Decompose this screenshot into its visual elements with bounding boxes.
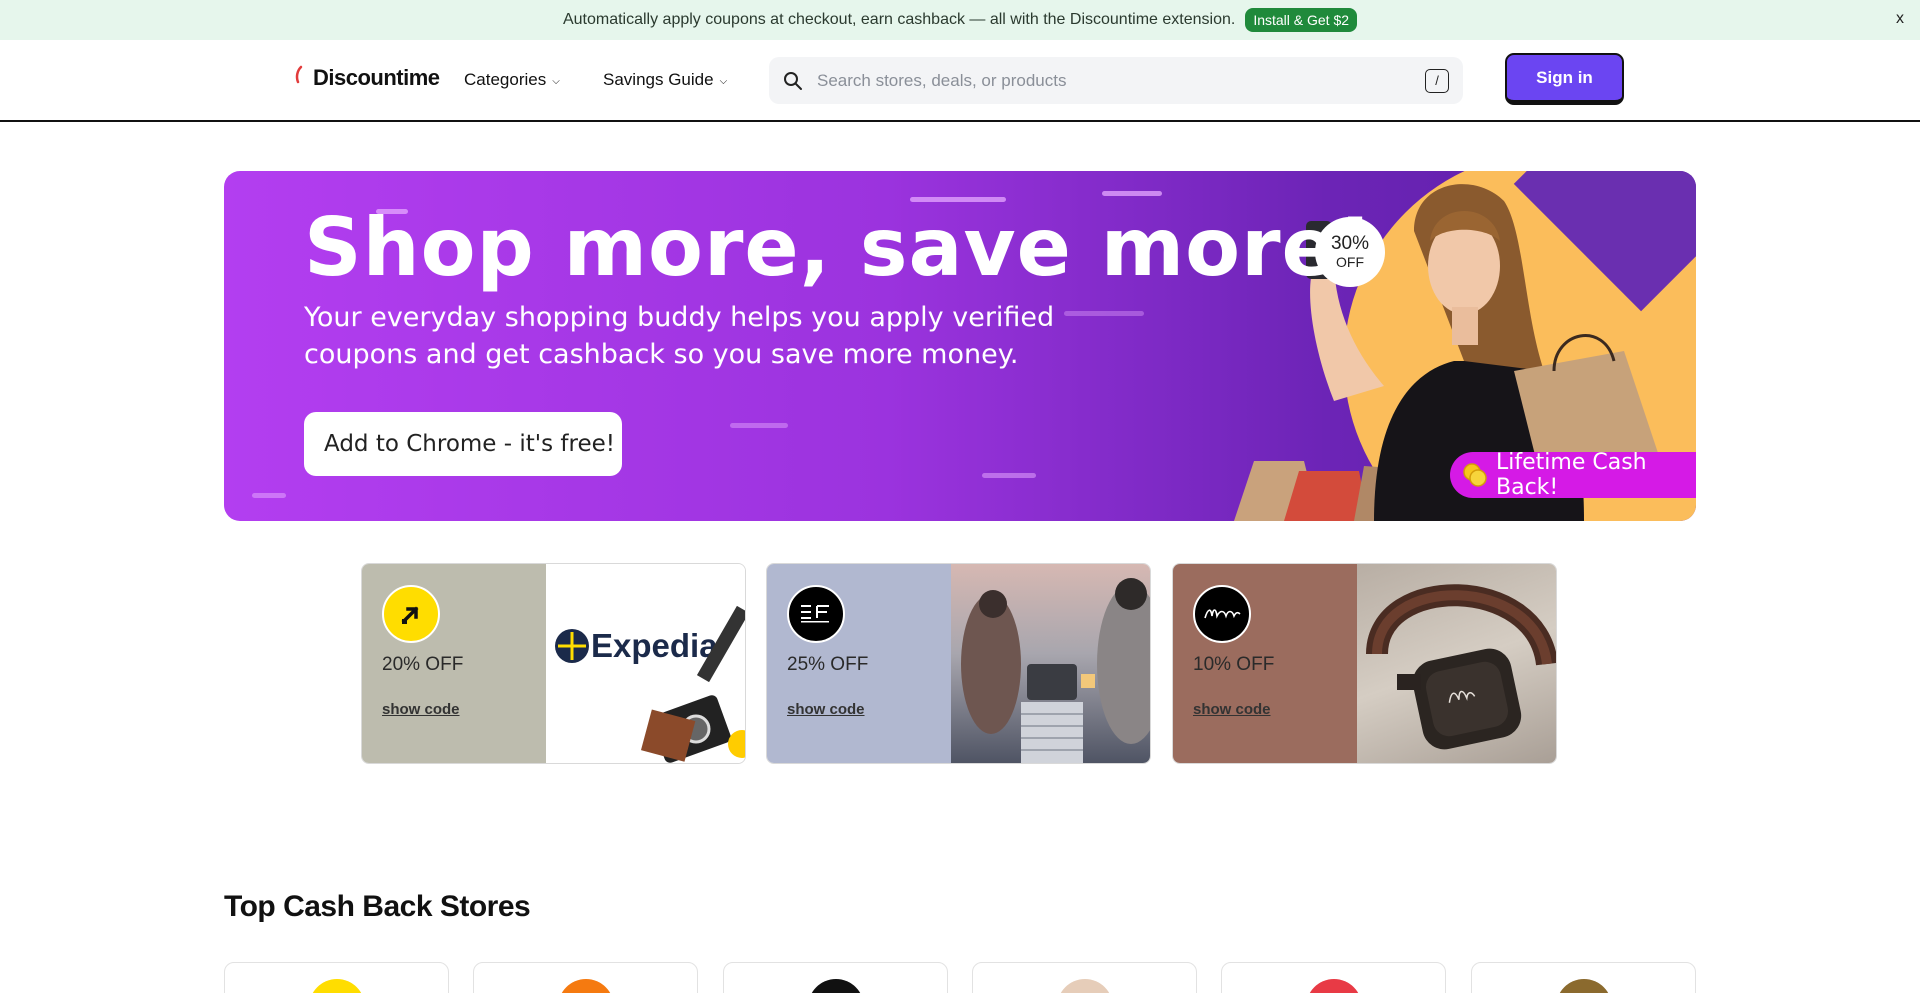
decor-dash xyxy=(1064,311,1144,316)
logo-mark-icon xyxy=(295,65,311,91)
decor-dash xyxy=(1102,191,1162,196)
nav-categories-label: Categories xyxy=(464,70,547,89)
show-code-link[interactable]: show code xyxy=(1193,701,1271,718)
deal-card[interactable]: 10% OFF show code xyxy=(1172,563,1557,764)
badge-off: OFF xyxy=(1336,254,1364,270)
search-bar[interactable]: / xyxy=(769,57,1463,104)
store-logo xyxy=(1305,979,1362,993)
decor-dash xyxy=(982,473,1036,478)
store-card[interactable] xyxy=(972,962,1197,993)
decor-dash xyxy=(730,423,788,428)
badge-percent: 30% xyxy=(1330,233,1370,254)
chevron-down-icon: ⌵ xyxy=(719,75,728,87)
deal-card[interactable]: 25% OFF show code xyxy=(766,563,1151,764)
deal-image xyxy=(951,564,1150,763)
marshall-headphones-image xyxy=(1366,584,1556,750)
top-stores-title: Top Cash Back Stores xyxy=(224,890,531,923)
site-header: Discountime Categories ⌵ Savings Guide ⌵… xyxy=(0,40,1920,122)
store-card[interactable] xyxy=(1471,962,1696,993)
coins-icon xyxy=(1463,463,1487,487)
promo-message: Automatically apply coupons at checkout,… xyxy=(562,11,1236,28)
deal-info: 20% OFF show code xyxy=(362,564,546,763)
deal-card[interactable]: 20% OFF show code Expedia xyxy=(361,563,746,764)
deal-discount: 25% OFF xyxy=(787,654,869,675)
store-card[interactable] xyxy=(473,962,698,993)
store-card[interactable] xyxy=(723,962,948,993)
decor-dash xyxy=(252,493,286,498)
cashback-label: Lifetime Cash Back! xyxy=(1496,450,1647,500)
discount-badge: 30% OFF xyxy=(1315,217,1385,287)
hero-banner: Shop more, save more! Your everyday shop… xyxy=(224,171,1696,521)
add-to-chrome-button[interactable]: Add to Chrome - it's free! xyxy=(304,412,622,476)
store-logo xyxy=(1056,979,1113,993)
search-shortcut-key: / xyxy=(1425,68,1449,93)
sign-in-button[interactable]: Sign in xyxy=(1505,53,1624,105)
chevron-down-icon: ⌵ xyxy=(552,75,560,87)
show-code-link[interactable]: show code xyxy=(787,701,865,718)
store-logo xyxy=(1555,979,1612,993)
expedia-wordmark: Expedia xyxy=(591,627,718,664)
marshall-logo-icon xyxy=(1193,585,1251,643)
store-logo xyxy=(557,979,614,993)
deal-image: Expedia xyxy=(546,564,745,763)
hero-title: Shop more, save more! xyxy=(304,201,1375,294)
search-input[interactable] xyxy=(817,70,1425,91)
lifetime-cashback-badge: Lifetime Cash Back! xyxy=(1450,450,1696,500)
install-button[interactable]: Install & Get $2 xyxy=(1245,8,1358,32)
logo[interactable]: Discountime xyxy=(295,60,440,96)
deal-discount: 20% OFF xyxy=(382,654,464,675)
promo-banner: Automatically apply coupons at checkout,… xyxy=(0,0,1920,40)
store-card[interactable] xyxy=(224,962,449,993)
store-logo xyxy=(308,979,365,993)
search-icon xyxy=(783,71,803,91)
expedia-logo-icon xyxy=(382,585,440,643)
store-card[interactable] xyxy=(1221,962,1446,993)
deal-info: 25% OFF show code xyxy=(767,564,951,763)
logo-text: Discountime xyxy=(313,65,440,90)
ecoflow-product-image xyxy=(961,578,1150,763)
expedia-product-image: Expedia xyxy=(555,605,745,763)
deal-image xyxy=(1357,564,1556,763)
deal-discount: 10% OFF xyxy=(1193,654,1275,675)
nav-savings-guide-label: Savings Guide xyxy=(603,70,714,89)
deal-info: 10% OFF show code xyxy=(1173,564,1357,763)
nav-savings-guide[interactable]: Savings Guide ⌵ xyxy=(603,70,727,90)
nav-categories[interactable]: Categories ⌵ xyxy=(464,70,560,90)
close-promo-button[interactable]: x xyxy=(1896,10,1904,28)
store-logo xyxy=(807,979,864,993)
ecoflow-logo-icon xyxy=(787,585,845,643)
show-code-link[interactable]: show code xyxy=(382,701,460,718)
hero-subtitle: Your everyday shopping buddy helps you a… xyxy=(304,302,1055,370)
